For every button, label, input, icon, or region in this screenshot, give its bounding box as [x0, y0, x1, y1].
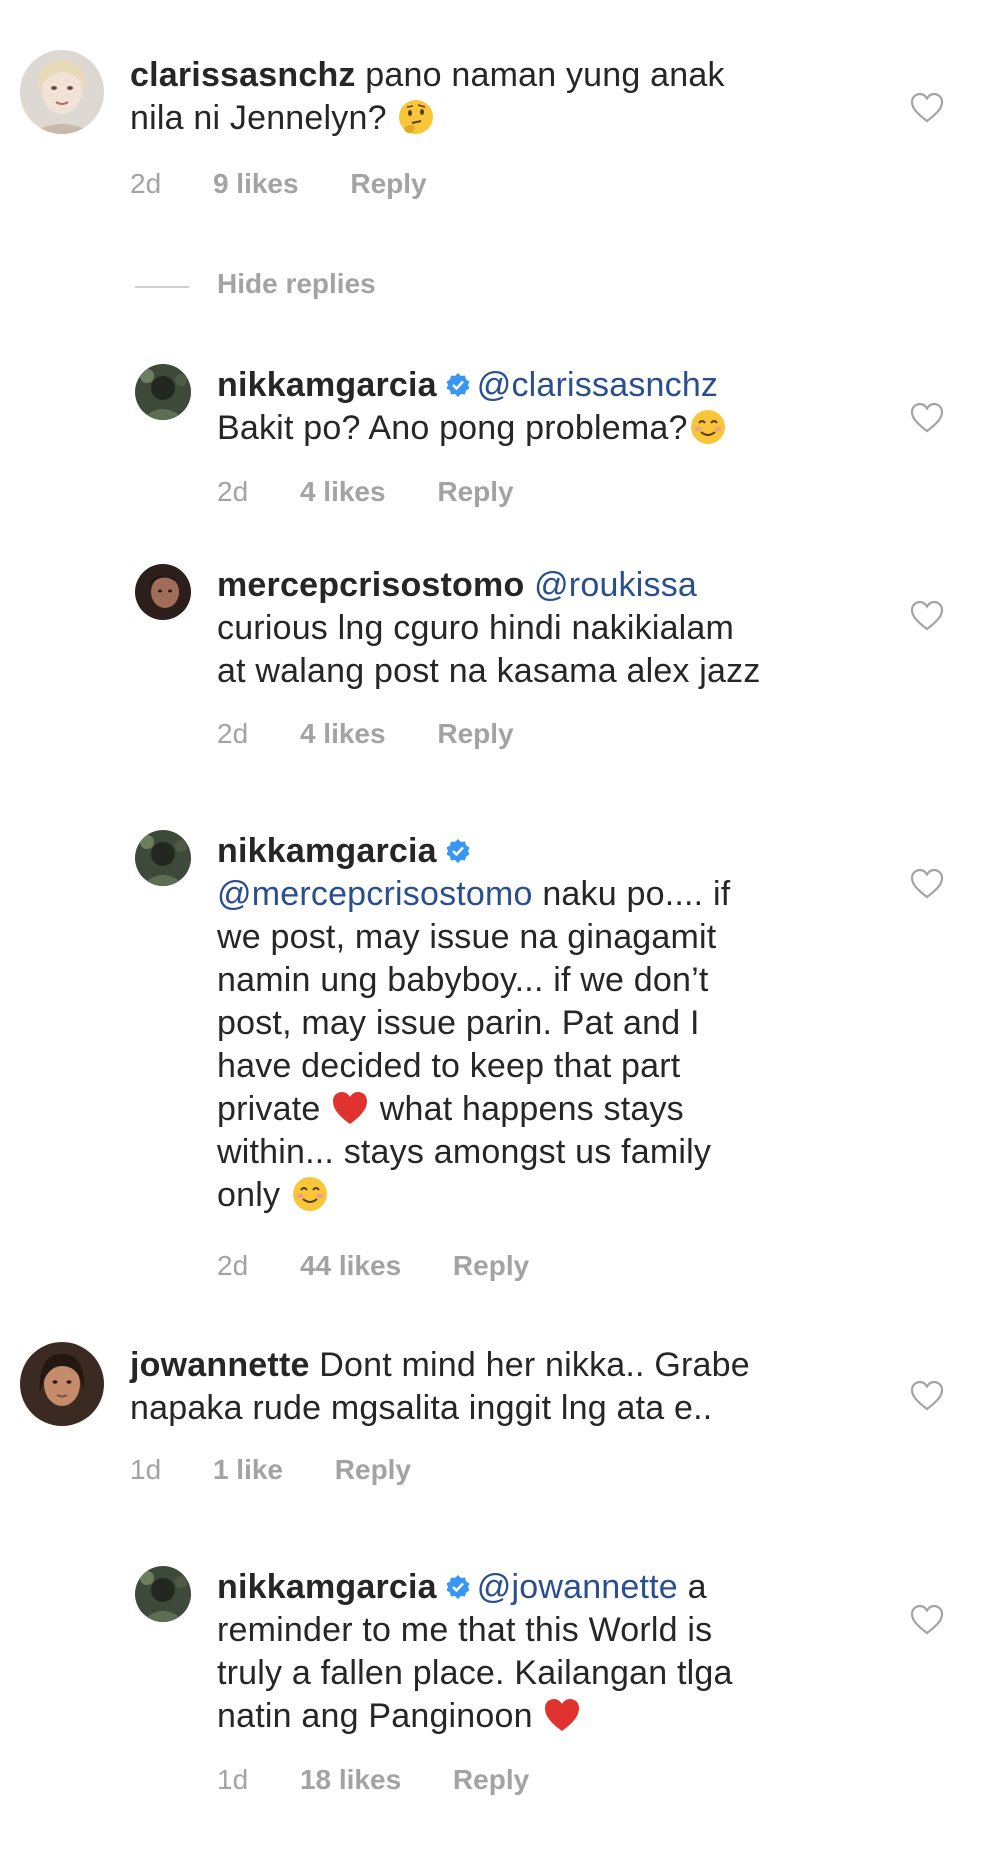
comment-username[interactable]: nikkamgarcia	[217, 1568, 437, 1606]
comment-text: natin ang Panginoon	[217, 1697, 533, 1735]
avatar[interactable]	[20, 50, 104, 134]
hide-replies-button[interactable]: Hide replies	[217, 268, 376, 300]
reply-button[interactable]: Reply	[437, 476, 513, 508]
mention-link[interactable]: @mercepcrisostomo	[217, 875, 533, 913]
comment-username[interactable]: nikkamgarcia	[217, 366, 437, 404]
comment-text: Bakit po? Ano pong problema?	[217, 409, 688, 447]
comment-text: curious lng cguro hindi nakikialam	[217, 609, 735, 647]
comment-text: namin ung babyboy... if we don’t	[217, 961, 709, 999]
red-heart-emoji	[545, 1699, 580, 1731]
reply-button[interactable]: Reply	[453, 1764, 529, 1796]
comment-time: 2d	[217, 1250, 249, 1281]
like-heart-icon[interactable]	[910, 1380, 944, 1412]
avatar[interactable]	[135, 830, 191, 886]
like-heart-icon[interactable]	[910, 92, 944, 124]
reply-button[interactable]: Reply	[350, 168, 426, 200]
comment-time: 2d	[217, 476, 249, 507]
verified-badge-icon	[446, 1575, 470, 1599]
like-heart-icon[interactable]	[910, 1604, 944, 1636]
like-heart-icon[interactable]	[910, 600, 944, 632]
mention-link[interactable]: @clarissasnchz	[477, 366, 718, 404]
comment-text: reminder to me that this World is	[217, 1611, 713, 1649]
comment-likes[interactable]: 1 like	[213, 1454, 283, 1486]
comment-likes[interactable]: 4 likes	[300, 476, 386, 508]
verified-badge-icon	[446, 839, 470, 863]
comment-text: within... stays amongst us family	[217, 1133, 712, 1171]
avatar[interactable]	[135, 364, 191, 420]
comment-time: 1d	[130, 1454, 162, 1485]
comment-text: post, may issue parin. Pat and I	[217, 1004, 700, 1042]
avatar[interactable]	[135, 564, 191, 620]
avatar[interactable]	[20, 1342, 104, 1426]
mention-link[interactable]: @jowannette	[477, 1568, 678, 1606]
mention-link[interactable]: @roukissa	[534, 566, 697, 604]
comment-text: Dont mind her nikka.. Grabe	[319, 1346, 750, 1384]
comment-text: we post, may issue na ginagamit	[217, 918, 717, 956]
comment-username[interactable]: jowannette	[130, 1346, 310, 1384]
thinking-face-emoji	[399, 100, 434, 134]
comment-text: only	[217, 1176, 281, 1214]
comment-text: have decided to keep that part	[217, 1047, 681, 1085]
comment-username[interactable]: nikkamgarcia	[217, 832, 437, 870]
comment-username[interactable]: mercepcrisostomo	[217, 566, 524, 604]
comment-likes[interactable]: 4 likes	[300, 718, 386, 750]
comment-text: truly a fallen place. Kailangan tlga	[217, 1654, 733, 1692]
reply-button[interactable]: Reply	[453, 1250, 529, 1282]
comment-time: 2d	[130, 168, 162, 199]
smiling-face-emoji	[690, 410, 725, 444]
comment-text: napaka rude mgsalita inggit lng ata e..	[130, 1389, 713, 1427]
divider-line	[135, 286, 189, 288]
red-heart-emoji	[333, 1092, 368, 1124]
comment-username[interactable]: clarissasnchz	[130, 56, 356, 94]
comment-text: nila ni Jennelyn?	[130, 99, 387, 137]
comment-likes[interactable]: 9 likes	[213, 168, 299, 200]
comment-text: a	[687, 1568, 707, 1606]
comment-text: what happens stays	[379, 1090, 684, 1128]
smiling-face-emoji	[292, 1177, 327, 1211]
comment-text: naku po.... if	[542, 875, 731, 913]
like-heart-icon[interactable]	[910, 402, 944, 434]
verified-badge-icon	[446, 373, 470, 397]
reply-button[interactable]: Reply	[437, 718, 513, 750]
comment-text: at walang post na kasama alex jazz	[217, 652, 761, 690]
like-heart-icon[interactable]	[910, 868, 944, 900]
reply-button[interactable]: Reply	[335, 1454, 411, 1486]
comment-time: 2d	[217, 718, 249, 749]
comment-time: 1d	[217, 1764, 249, 1795]
avatar[interactable]	[135, 1566, 191, 1622]
comment-text: pano naman yung anak	[365, 56, 725, 94]
comment-text: private	[217, 1090, 321, 1128]
comment-likes[interactable]: 44 likes	[300, 1250, 401, 1282]
comment-likes[interactable]: 18 likes	[300, 1764, 401, 1796]
